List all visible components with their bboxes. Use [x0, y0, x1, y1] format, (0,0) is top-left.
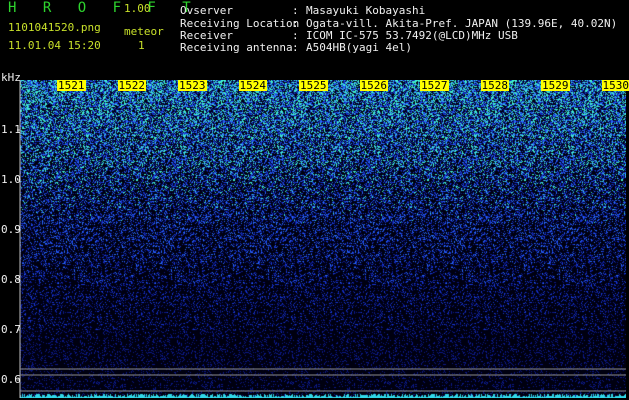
y-tick-label: 0.8 [1, 273, 21, 286]
antenna-label: Receiving antenna [180, 41, 293, 54]
meteor-count: 1 [138, 39, 145, 52]
y-tick-label: 0.7 [1, 323, 21, 336]
app-title: H R O F F T [8, 0, 200, 16]
x-tick-label: 1523 [178, 79, 207, 92]
y-tick-label: 0.6 [1, 373, 21, 386]
antenna-separator: : [292, 41, 299, 54]
x-tick-label: 1528 [480, 79, 509, 92]
x-tick-label: 1522 [117, 79, 146, 92]
y-tick-label: 1.1 [1, 123, 21, 136]
x-tick-label: 1530 [601, 79, 629, 92]
x-tick-label: 1521 [57, 79, 86, 92]
app-version: 1.00 [124, 2, 151, 15]
x-tick-label: 1527 [420, 79, 449, 92]
x-tick-label: 1525 [299, 79, 328, 92]
y-tick-label: 0.9 [1, 223, 21, 236]
spectrogram-image [20, 80, 626, 398]
observer-label: Ovserver [180, 4, 233, 17]
image-filename: 1101041520.png [8, 21, 101, 34]
y-tick-label: 1.0 [1, 173, 21, 186]
x-tick-label: 1526 [359, 79, 388, 92]
x-tick-label: 1524 [238, 79, 267, 92]
meteor-label: meteor [124, 25, 164, 38]
spectrogram-plot [17, 80, 626, 398]
capture-datetime: 11.01.04 15:20 [8, 39, 101, 52]
y-axis-unit: kHz [1, 71, 21, 84]
observer-value: Masayuki Kobayashi [306, 4, 426, 17]
observer-separator: : [292, 4, 299, 17]
antenna-value: A504HB(yagi 4el) [306, 41, 412, 54]
x-tick-label: 1529 [541, 79, 570, 92]
